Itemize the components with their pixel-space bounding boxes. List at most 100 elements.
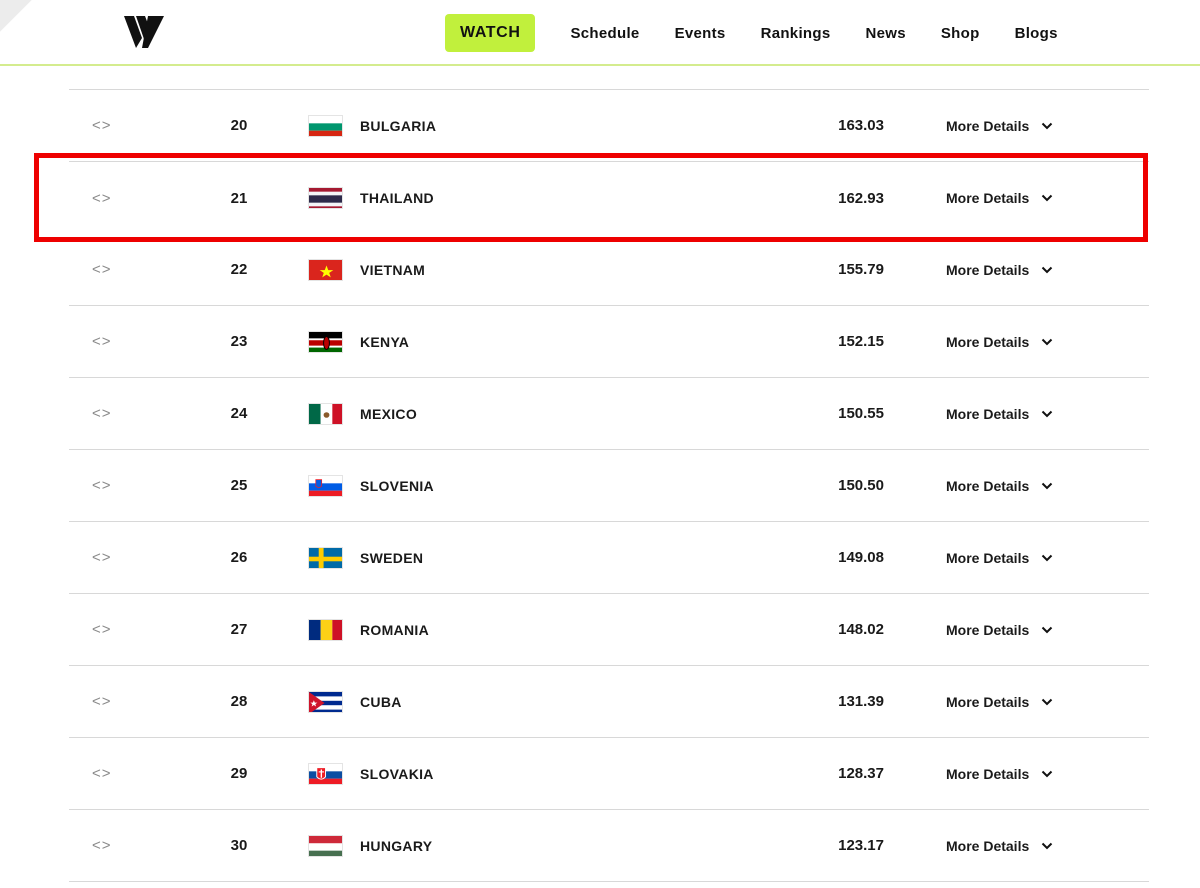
chevron-down-icon: [1041, 410, 1053, 418]
move-indicator-icon[interactable]: <>: [92, 810, 112, 881]
move-indicator-icon[interactable]: <>: [92, 306, 112, 377]
bulgaria-flag-icon: [308, 114, 343, 137]
move-indicator-icon[interactable]: <>: [92, 378, 112, 449]
chevron-down-icon: [1041, 626, 1053, 634]
table-row: <> 28 CUBA 131.39 More Details: [69, 666, 1149, 738]
more-details-button[interactable]: More Details: [946, 306, 1053, 377]
nav-news[interactable]: News: [865, 25, 905, 42]
chevron-down-icon: [1041, 554, 1053, 562]
ranking-points: 131.39: [838, 693, 884, 710]
country-name[interactable]: SWEDEN: [360, 522, 423, 593]
more-details-label: More Details: [946, 477, 1030, 494]
country-name[interactable]: ROMANIA: [360, 594, 429, 665]
chevron-down-icon: [1041, 698, 1053, 706]
move-indicator-icon[interactable]: <>: [92, 162, 112, 234]
ranking-points: 149.08: [838, 549, 884, 566]
country-name[interactable]: CUBA: [360, 666, 402, 737]
move-indicator-icon[interactable]: <>: [92, 594, 112, 665]
more-details-label: More Details: [946, 837, 1030, 854]
ranking-points: 152.15: [838, 333, 884, 350]
more-details-button[interactable]: More Details: [946, 90, 1053, 161]
rank-number: 30: [230, 837, 248, 854]
more-details-button[interactable]: More Details: [946, 594, 1053, 665]
nav-rankings[interactable]: Rankings: [761, 25, 831, 42]
more-details-label: More Details: [946, 693, 1030, 710]
country-name[interactable]: SLOVENIA: [360, 450, 434, 521]
sweden-flag-icon: [308, 546, 343, 569]
country-name[interactable]: THAILAND: [360, 162, 434, 234]
rankings-table: <> 20 BULGARIA 163.03 More Details <> 21 THAILA…: [69, 89, 1149, 882]
country-name[interactable]: HUNGARY: [360, 810, 432, 881]
more-details-button[interactable]: More Details: [946, 162, 1053, 234]
more-details-button[interactable]: More Details: [946, 450, 1053, 521]
country-name[interactable]: SLOVAKIA: [360, 738, 434, 809]
more-details-button[interactable]: More Details: [946, 378, 1053, 449]
nav-blogs[interactable]: Blogs: [1015, 25, 1058, 42]
mexico-flag-icon: [308, 402, 343, 425]
nav-events[interactable]: Events: [675, 25, 726, 42]
move-indicator-icon[interactable]: <>: [92, 234, 112, 305]
table-row: <> 20 BULGARIA 163.03 More Details: [69, 90, 1149, 162]
watch-button[interactable]: WATCH: [445, 14, 536, 52]
chevron-down-icon: [1041, 122, 1053, 130]
more-details-button[interactable]: More Details: [946, 810, 1053, 881]
slovakia-flag-icon: [308, 762, 343, 785]
rank-number: 20: [230, 117, 248, 134]
cuba-flag-icon: [308, 690, 343, 713]
chevron-down-icon: [1041, 194, 1053, 202]
move-indicator-icon[interactable]: <>: [92, 450, 112, 521]
ranking-points: 162.93: [838, 189, 884, 207]
chevron-down-icon: [1041, 842, 1053, 850]
chevron-down-icon: [1041, 482, 1053, 490]
country-name[interactable]: MEXICO: [360, 378, 417, 449]
rank-number: 27: [230, 621, 248, 638]
table-row: <> 23 KENYA 152.15 More Details: [69, 306, 1149, 378]
ranking-points: 150.50: [838, 477, 884, 494]
nav-shop[interactable]: Shop: [941, 25, 980, 42]
ranking-points: 128.37: [838, 765, 884, 782]
vietnam-flag-icon: [308, 258, 343, 281]
move-indicator-icon[interactable]: <>: [92, 666, 112, 737]
more-details-label: More Details: [946, 190, 1030, 206]
more-details-button[interactable]: More Details: [946, 234, 1053, 305]
ranking-points: 150.55: [838, 405, 884, 422]
rank-number: 21: [230, 189, 248, 207]
more-details-button[interactable]: More Details: [946, 666, 1053, 737]
move-indicator-icon[interactable]: <>: [92, 522, 112, 593]
rank-number: 29: [230, 765, 248, 782]
kenya-flag-icon: [308, 330, 343, 353]
more-details-label: More Details: [946, 405, 1030, 422]
more-details-label: More Details: [946, 117, 1030, 134]
rank-number: 24: [230, 405, 248, 422]
more-details-label: More Details: [946, 333, 1030, 350]
table-row: <> 29 SLOVAKIA 128.37 More Details: [69, 738, 1149, 810]
slovenia-flag-icon: [308, 474, 343, 497]
site-header: WATCH Schedule Events Rankings News Shop…: [0, 0, 1200, 66]
table-row: <> 26 SWEDEN 149.08 More Details: [69, 522, 1149, 594]
hungary-flag-icon: [308, 834, 343, 857]
nav-schedule[interactable]: Schedule: [570, 25, 639, 42]
table-row: <> 24 MEXICO 150.55 More Details: [69, 378, 1149, 450]
move-indicator-icon[interactable]: <>: [92, 738, 112, 809]
country-name[interactable]: VIETNAM: [360, 234, 425, 305]
ranking-points: 155.79: [838, 261, 884, 278]
chevron-down-icon: [1041, 770, 1053, 778]
rank-number: 28: [230, 693, 248, 710]
more-details-button[interactable]: More Details: [946, 522, 1053, 593]
table-row: <> 27 ROMANIA 148.02 More Details: [69, 594, 1149, 666]
table-row: <> 30 HUNGARY 123.17 More Details: [69, 810, 1149, 882]
rank-number: 22: [230, 261, 248, 278]
more-details-button[interactable]: More Details: [946, 738, 1053, 809]
rank-number: 23: [230, 333, 248, 350]
more-details-label: More Details: [946, 549, 1030, 566]
rank-number: 25: [230, 477, 248, 494]
country-name[interactable]: KENYA: [360, 306, 409, 377]
more-details-label: More Details: [946, 765, 1030, 782]
corner-decoration: [0, 0, 40, 64]
vnl-logo-icon[interactable]: [122, 12, 166, 52]
thailand-flag-icon: [308, 187, 343, 209]
ranking-points: 163.03: [838, 117, 884, 134]
country-name[interactable]: BULGARIA: [360, 90, 436, 161]
move-indicator-icon[interactable]: <>: [92, 90, 112, 161]
chevron-down-icon: [1041, 266, 1053, 274]
